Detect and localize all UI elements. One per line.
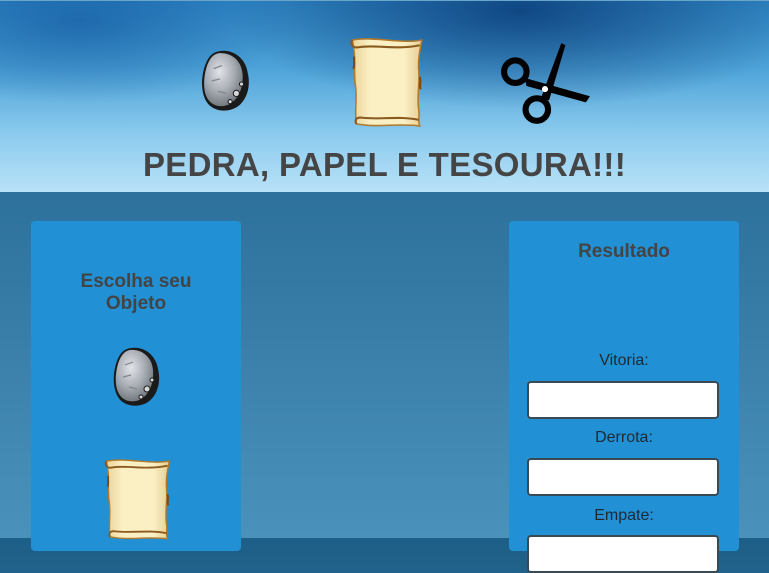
result-panel: Resultado Vitoria: Derrota: Empate:: [509, 221, 739, 573]
paper-scroll-icon: [343, 36, 427, 128]
choose-object-title: Escolha seu Objeto: [80, 271, 192, 314]
rock-icon[interactable]: [111, 345, 161, 409]
victory-field[interactable]: [527, 381, 719, 419]
header-banner: PEDRA, PAPEL E TESOURA!!!: [0, 0, 769, 192]
scissors-icon: [500, 41, 592, 127]
result-title: Resultado: [578, 241, 670, 262]
paper-scroll-icon[interactable]: [99, 454, 173, 544]
choose-object-panel: Escolha seu Objeto: [31, 221, 241, 551]
defeat-label: Derrota:: [595, 429, 653, 446]
victory-label: Vitoria:: [599, 352, 649, 369]
draw-label: Empate:: [594, 507, 654, 524]
rock-icon: [198, 48, 252, 114]
page-title: PEDRA, PAPEL E TESOURA!!!: [143, 146, 626, 183]
draw-field[interactable]: [527, 535, 719, 573]
defeat-field[interactable]: [527, 458, 719, 496]
